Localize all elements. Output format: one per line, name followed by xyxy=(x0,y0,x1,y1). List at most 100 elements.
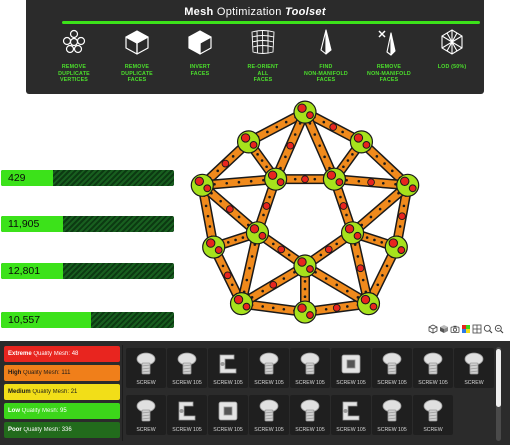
tool-invert-faces-cube-button[interactable]: INVERT FACES xyxy=(170,28,230,90)
model-bolt xyxy=(203,184,212,193)
shading-cube-icon[interactable] xyxy=(439,321,449,333)
part-caption: SCREW 105 xyxy=(377,427,407,433)
part-thumbnail[interactable]: SCREW xyxy=(413,395,453,435)
tool-label: FIND NON-MANIFOLD FACES xyxy=(304,64,348,84)
tool-reorient-grid-button[interactable]: RE-ORIENT ALL FACES xyxy=(233,28,293,90)
part-thumbnail[interactable]: SCREW xyxy=(126,395,166,435)
perspective-cube-icon[interactable] xyxy=(428,321,438,334)
model-bolt xyxy=(301,175,309,184)
model-beam-hole xyxy=(206,214,210,218)
model-bolt xyxy=(258,231,267,240)
part-thumbnail[interactable]: SCREW 105 xyxy=(290,395,330,435)
model-beam-hole xyxy=(398,225,402,228)
model-beam-hole xyxy=(237,180,241,184)
scrollbar-thumb[interactable] xyxy=(496,349,501,407)
model-beam-hole xyxy=(231,155,235,158)
tool-label: REMOVE DUPLICATE VERTICES xyxy=(58,64,90,84)
model-beam-hole xyxy=(313,177,317,181)
model-beam-hole xyxy=(208,225,212,228)
model-beam-hole xyxy=(303,287,307,291)
model-beam-hole xyxy=(323,155,326,159)
model-bolt xyxy=(277,245,286,254)
model-beam-hole xyxy=(335,242,339,246)
model-bolt xyxy=(344,224,355,234)
tool-label: REMOVE NON-MANIFOLD FACES xyxy=(367,64,411,84)
part-thumbnail[interactable]: SCREW 105 xyxy=(167,348,207,388)
zoom-fit-icon[interactable] xyxy=(494,321,504,334)
part-caption: SCREW xyxy=(136,380,156,386)
model-connector xyxy=(229,292,254,316)
part-thumbnail[interactable]: SCREW 105 xyxy=(331,348,371,388)
part-thumbnail[interactable]: SCREW xyxy=(126,348,166,388)
model-beam-hole xyxy=(346,289,349,293)
model-beam-hole xyxy=(345,213,348,217)
model-beam-hole xyxy=(378,207,382,211)
model-connector xyxy=(293,100,317,124)
model-bolt xyxy=(306,265,314,273)
viewport-toolbar xyxy=(428,321,510,334)
model-bolt xyxy=(408,184,417,193)
part-thumbnail[interactable]: SCREW 105 xyxy=(372,395,412,435)
part-thumbnail[interactable]: SCREW 105 xyxy=(249,348,289,388)
part-caption: SCREW 105 xyxy=(172,427,202,433)
model-connector xyxy=(293,300,317,324)
model-bolt xyxy=(297,303,307,313)
quality-level: High xyxy=(8,370,22,376)
part-thumbnail[interactable]: SCREW 105 xyxy=(413,348,453,388)
color-icon[interactable] xyxy=(461,321,471,333)
model-beam-hole xyxy=(356,255,360,258)
tool-buttons: REMOVE DUPLICATE VERTICES REMOVE DUPLICATE F… xyxy=(44,28,484,90)
parts-scrollbar[interactable] xyxy=(496,347,501,441)
model-beam-hole xyxy=(361,278,365,282)
part-caption: SCREW 105 xyxy=(377,380,407,386)
part-thumbnail[interactable]: SCREW 105 xyxy=(167,395,207,435)
tool-duplicate-faces-cube-button[interactable]: REMOVE DUPLICATE FACES xyxy=(107,28,167,90)
model-bolt xyxy=(353,231,362,240)
zoom-icon[interactable] xyxy=(483,321,493,334)
model-connector xyxy=(349,130,374,154)
camera-icon[interactable] xyxy=(450,321,460,333)
model-bolt xyxy=(214,246,223,254)
part-thumbnail[interactable]: SCREW 105 xyxy=(208,395,248,435)
stat-bar: 11,905 xyxy=(1,216,174,232)
model-bolt xyxy=(297,257,307,267)
part-caption: SCREW xyxy=(423,427,443,433)
model-bolt xyxy=(194,176,204,186)
mesh-optimization-toolbar: Mesh Optimization Toolset REMOVE DUPLICAT… xyxy=(26,0,484,94)
model-beam-hole xyxy=(346,159,350,162)
tool-non-manifold-remove-button[interactable]: REMOVE NON-MANIFOLD FACES xyxy=(359,28,419,90)
model-connector xyxy=(340,221,365,245)
part-thumbnail[interactable]: SCREW 105 xyxy=(331,395,371,435)
model-beam-hole xyxy=(282,277,286,280)
stat-bar: 12,801 xyxy=(1,263,174,279)
model-beam-hole xyxy=(293,133,297,136)
model-bolt xyxy=(362,140,371,149)
quality-level: Low xyxy=(8,408,20,414)
model-bolt xyxy=(326,170,337,180)
model-beam-hole xyxy=(341,130,344,134)
model-beam-hole xyxy=(385,264,389,268)
3d-viewport[interactable] xyxy=(180,100,430,338)
part-thumbnail[interactable]: SCREW 105 xyxy=(290,348,330,388)
model-beam-hole xyxy=(248,266,251,270)
tool-lod-mesh-button[interactable]: LOD (50%) xyxy=(422,28,482,90)
model-beam-hole xyxy=(234,238,237,242)
part-thumbnail[interactable]: SCREW 105 xyxy=(372,348,412,388)
model-beam-hole xyxy=(365,236,369,239)
quality-level: Medium xyxy=(8,389,31,395)
quality-label: Quality Mesh: xyxy=(23,370,60,376)
part-thumbnail[interactable]: SCREW 105 xyxy=(208,348,248,388)
model-bolt xyxy=(367,178,375,187)
model-bolt xyxy=(262,202,271,210)
model-bolt xyxy=(335,178,344,187)
grid-icon[interactable] xyxy=(472,321,482,334)
model-bolt xyxy=(286,141,295,150)
tool-non-manifold-find-button[interactable]: FIND NON-MANIFOLD FACES xyxy=(296,28,356,90)
part-thumbnail[interactable]: SCREW 105 xyxy=(249,395,289,435)
part-thumbnail[interactable]: SCREW xyxy=(454,348,494,388)
model-beam-hole xyxy=(381,181,385,185)
parts-panel: Extreme Quality Mesh: 48 High Quality Mes… xyxy=(0,341,510,445)
model-beam-hole xyxy=(261,305,264,308)
model-beam-hole xyxy=(303,295,307,299)
tool-vertex-cluster-button[interactable]: REMOVE DUPLICATE VERTICES xyxy=(44,28,104,90)
